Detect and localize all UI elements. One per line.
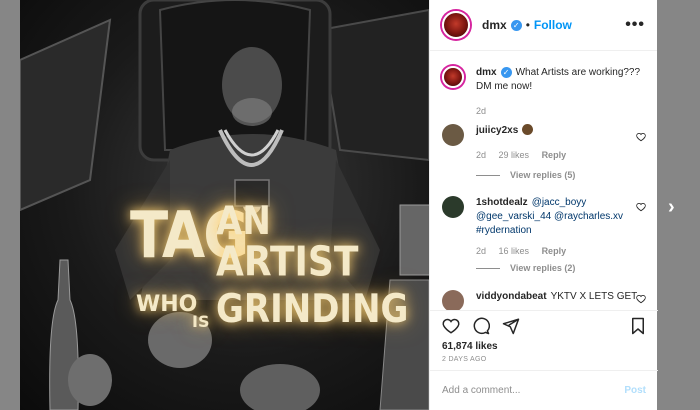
caption-meta: 2d [476, 104, 641, 118]
view-replies-button[interactable]: View replies (5) [476, 170, 575, 180]
add-comment-bar: Post [430, 370, 658, 410]
comment-avatar[interactable] [442, 124, 464, 146]
post-header: dmx ✓ • Follow ••• [430, 0, 657, 51]
likes-count[interactable]: 61,874 likes [430, 341, 658, 352]
reply-button[interactable]: Reply [542, 150, 567, 160]
caption-body: dmx ✓ What Artists are working??? DM me no… [476, 66, 641, 118]
reply-button[interactable]: Reply [542, 246, 567, 256]
comment-body: viddyondabeat YKTV X LETS GET [476, 290, 641, 304]
posted-time[interactable]: 2 DAYS AGO [430, 352, 658, 363]
clapping-emoji-icon [522, 124, 534, 135]
author-avatar[interactable] [442, 11, 470, 39]
comment-likes[interactable]: 29 likes [499, 150, 530, 160]
caption-username[interactable]: dmx [476, 67, 497, 78]
comment-text: YKTV X LETS GET [550, 291, 638, 302]
more-options-button[interactable]: ••• [625, 16, 645, 34]
like-heart-icon[interactable] [442, 317, 460, 335]
action-bar: 61,874 likes 2 DAYS AGO [430, 310, 658, 370]
comment-avatar[interactable] [442, 290, 464, 310]
view-replies-label: View replies (5) [510, 170, 576, 180]
caption-avatar[interactable] [442, 66, 464, 88]
comment-username[interactable]: 1shotdealz [476, 197, 528, 208]
comment-body: juiicy2xs 2d 29 likes Reply [476, 124, 641, 162]
post-dialog: TAG AN ARTIST WHO IS GRINDING dmx ✓ • Fo… [20, 0, 658, 410]
comment-meta: 2d 29 likes Reply [476, 148, 641, 162]
share-icon[interactable] [502, 317, 520, 335]
post-comment-button[interactable]: Post [624, 385, 646, 396]
poster-word-grinding: GRINDING [216, 286, 409, 333]
comment-likes[interactable]: 16 likes [499, 246, 530, 256]
comment-input[interactable] [442, 385, 625, 396]
comment-body: 1shotdealz @jacc_boyy @gee_varski_44 @ray… [476, 196, 641, 258]
poster-word-who: WHO [136, 292, 198, 317]
separator-dot: • [525, 18, 530, 32]
post-sidebar: dmx ✓ • Follow ••• dmx ✓ What Artists are … [429, 0, 658, 410]
divider-line [476, 267, 500, 269]
caption-time[interactable]: 2d [476, 106, 486, 116]
chevron-right-icon[interactable]: › [668, 196, 675, 219]
verified-badge-icon: ✓ [500, 67, 512, 78]
post-image[interactable]: TAG AN ARTIST WHO IS GRINDING [20, 0, 429, 410]
comment-username[interactable]: viddyondabeat [476, 291, 547, 302]
author-username[interactable]: dmx [482, 18, 507, 32]
comment-time[interactable]: 2d [476, 246, 486, 256]
comment-username[interactable]: juiicy2xs [476, 125, 518, 136]
view-replies-button[interactable]: View replies (2) [476, 263, 575, 273]
follow-button[interactable]: Follow [534, 18, 572, 32]
heart-icon[interactable] [636, 202, 646, 212]
view-replies-label: View replies (2) [510, 263, 576, 273]
heart-icon[interactable] [636, 132, 646, 142]
comment-avatar[interactable] [442, 196, 464, 218]
action-icons [430, 311, 658, 341]
bookmark-icon[interactable] [630, 317, 646, 335]
comment-time[interactable]: 2d [476, 150, 486, 160]
comment-meta: 2d 16 likes Reply [476, 244, 641, 258]
heart-icon[interactable] [636, 294, 646, 304]
comments-list[interactable]: dmx ✓ What Artists are working??? DM me no… [430, 52, 658, 310]
divider-line [476, 174, 500, 176]
poster-word-an: AN [216, 198, 271, 245]
comment-icon[interactable] [472, 317, 490, 335]
poster-word-is: IS [192, 312, 210, 331]
poster-word-artist: ARTIST [216, 238, 359, 286]
verified-badge-icon: ✓ [510, 19, 522, 31]
